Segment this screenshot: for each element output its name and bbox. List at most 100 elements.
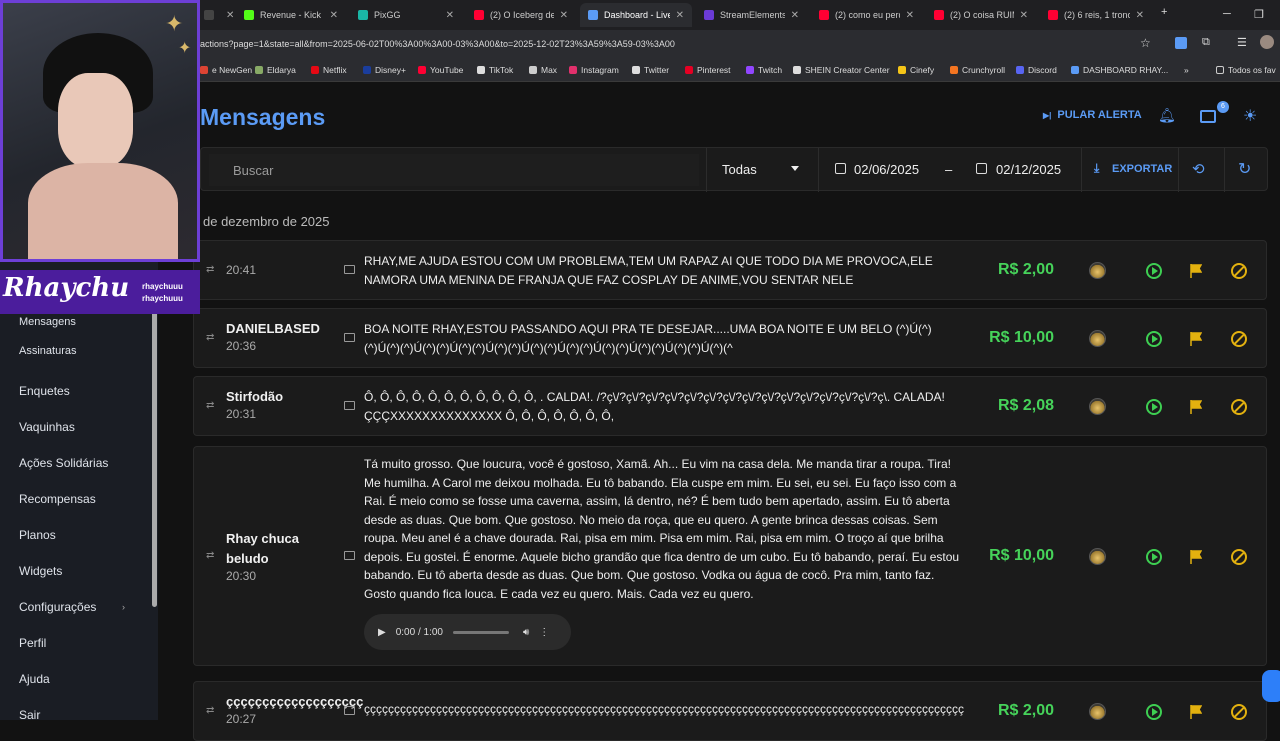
browser-tab[interactable]: m✕: [196, 3, 234, 27]
star-icon[interactable]: ☆: [1140, 36, 1151, 50]
close-icon[interactable]: ✕: [1136, 10, 1144, 21]
sidebar-item-a-es-solid-rias[interactable]: Ações Solidárias: [19, 456, 108, 470]
bookmark-item[interactable]: Twitch: [746, 65, 782, 75]
replay-arrows-icon[interactable]: ⇄: [206, 705, 214, 716]
replay-arrows-icon[interactable]: ⇄: [206, 264, 214, 275]
bookmark-item[interactable]: Disney+: [363, 65, 406, 75]
coin-icon[interactable]: [1089, 703, 1106, 720]
block-icon[interactable]: [1231, 263, 1247, 279]
bookmark-item[interactable]: Crunchyroll: [950, 65, 1005, 75]
bookmark-item[interactable]: Netflix: [311, 65, 347, 75]
bookmark-item[interactable]: Instagram: [569, 65, 619, 75]
block-icon[interactable]: [1231, 331, 1247, 347]
replay-arrows-icon[interactable]: ⇄: [206, 332, 214, 343]
more-options-icon[interactable]: ⋮: [539, 627, 549, 638]
flag-icon[interactable]: [1190, 400, 1202, 414]
block-icon[interactable]: [1231, 399, 1247, 415]
replay-arrows-icon[interactable]: ⇄: [206, 400, 214, 411]
sidebar-item-ajuda[interactable]: Ajuda: [19, 672, 50, 686]
block-icon[interactable]: [1231, 549, 1247, 565]
volume-icon[interactable]: 🔊︎: [523, 627, 529, 638]
chat-widget-button[interactable]: [1262, 670, 1280, 702]
bookmark-item[interactable]: YouTube: [418, 65, 463, 75]
block-icon[interactable]: [1231, 704, 1247, 720]
close-icon[interactable]: ✕: [676, 10, 684, 21]
browser-tab[interactable]: (2) O Iceberg de I ✕: [466, 3, 576, 27]
sidebar-item-enquetes[interactable]: Enquetes: [19, 384, 70, 398]
coin-icon[interactable]: [1089, 398, 1106, 415]
browser-tab[interactable]: Dashboard - LiveP ✕: [580, 3, 692, 27]
type-select[interactable]: Todas: [722, 162, 757, 177]
close-icon[interactable]: ✕: [791, 10, 799, 21]
search-input[interactable]: [209, 154, 699, 186]
audio-progress[interactable]: [452, 630, 509, 634]
refresh-icon[interactable]: ↻: [1238, 159, 1251, 179]
queue-icon[interactable]: [1200, 110, 1216, 123]
sidebar-scrollbar[interactable]: [152, 277, 157, 607]
close-icon[interactable]: ✕: [1020, 10, 1028, 21]
date-from[interactable]: 02/06/2025: [854, 162, 919, 177]
flag-icon[interactable]: [1190, 332, 1202, 346]
play-alert-icon[interactable]: [1146, 331, 1162, 347]
sidebar-item-mensagens[interactable]: Mensagens: [19, 316, 76, 328]
bookmark-item[interactable]: TikTok: [477, 65, 513, 75]
flag-icon[interactable]: [1190, 550, 1202, 564]
play-alert-icon[interactable]: [1146, 399, 1162, 415]
play-icon[interactable]: ▶: [378, 627, 386, 638]
bookmark-item[interactable]: Pinterest: [685, 65, 731, 75]
flag-icon[interactable]: [1190, 264, 1202, 278]
play-alert-icon[interactable]: [1146, 549, 1162, 565]
replay-arrows-icon[interactable]: ⇄: [206, 550, 214, 561]
coin-icon[interactable]: [1089, 548, 1106, 565]
extensions-icon[interactable]: ⧉: [1202, 36, 1210, 49]
bookmark-item[interactable]: Twitter: [632, 65, 669, 75]
caret-down-icon[interactable]: [791, 166, 799, 171]
play-alert-icon[interactable]: [1146, 704, 1162, 720]
skip-alert-button[interactable]: ▶| PULAR ALERTA: [1043, 109, 1142, 121]
browser-tab[interactable]: (2) como eu perdi ✕: [811, 3, 922, 27]
bookmark-item[interactable]: Discord: [1016, 65, 1057, 75]
sidebar-item-planos[interactable]: Planos: [19, 528, 56, 542]
sidebar-item-configura-es[interactable]: Configurações: [19, 600, 96, 614]
date-to[interactable]: 02/12/2025: [996, 162, 1061, 177]
profile-avatar[interactable]: [1260, 35, 1274, 49]
sidebar-item-assinaturas[interactable]: Assinaturas: [19, 345, 76, 357]
bookmark-item[interactable]: Eldarya: [255, 65, 296, 75]
sidebar-icon[interactable]: ☰: [1237, 36, 1247, 49]
browser-tab[interactable]: StreamElements ✕: [696, 3, 807, 27]
sidebar-item-recompensas[interactable]: Recompensas: [19, 492, 96, 506]
clear-filters-icon[interactable]: ⟲: [1192, 160, 1205, 178]
all-favorites[interactable]: Todos os fav: [1216, 65, 1276, 75]
bookmark-item[interactable]: e NewGen: [200, 65, 252, 75]
sidebar-item-vaquinhas[interactable]: Vaquinhas: [19, 420, 75, 434]
sidebar-item-perfil[interactable]: Perfil: [19, 636, 46, 650]
close-icon[interactable]: ✕: [330, 10, 338, 21]
url-text[interactable]: actions?page=1&state=all&from=2025-06-02…: [200, 39, 675, 49]
maximize-icon[interactable]: ❐: [1254, 8, 1264, 21]
download-icon[interactable]: [1175, 37, 1187, 49]
bookmark-item[interactable]: Cinefy: [898, 65, 934, 75]
coin-icon[interactable]: [1089, 330, 1106, 347]
bookmark-item[interactable]: Max: [529, 65, 557, 75]
minimize-icon[interactable]: ─: [1223, 8, 1231, 20]
sun-icon[interactable]: ☀: [1243, 106, 1257, 126]
coin-icon[interactable]: [1089, 262, 1106, 279]
browser-tab[interactable]: (2) O coisa RUIM ✕: [926, 3, 1036, 27]
close-icon[interactable]: ✕: [446, 10, 454, 21]
export-button[interactable]: EXPORTAR: [1112, 163, 1172, 175]
new-tab-button[interactable]: +: [1161, 6, 1167, 18]
close-icon[interactable]: ✕: [560, 10, 568, 21]
bookmarks-more[interactable]: »: [1184, 65, 1189, 75]
audio-player[interactable]: ▶ 0:00 / 1:00 🔊︎ ⋮: [364, 614, 571, 650]
browser-tab[interactable]: Revenue - Kick Da ✕: [236, 3, 346, 27]
bookmark-item[interactable]: SHEIN Creator Center: [793, 65, 890, 75]
browser-tab[interactable]: PixGG ✕: [350, 3, 462, 27]
sidebar-item-widgets[interactable]: Widgets: [19, 564, 62, 578]
bookmark-item[interactable]: DASHBOARD RHAY...: [1071, 65, 1168, 75]
play-alert-icon[interactable]: [1146, 263, 1162, 279]
close-icon[interactable]: ✕: [226, 10, 234, 21]
flag-icon[interactable]: [1190, 705, 1202, 719]
bell-icon[interactable]: 🔔︎: [1158, 107, 1176, 124]
browser-tab[interactable]: (2) 6 reis, 1 trono ✕: [1040, 3, 1152, 27]
close-icon[interactable]: ✕: [906, 10, 914, 21]
